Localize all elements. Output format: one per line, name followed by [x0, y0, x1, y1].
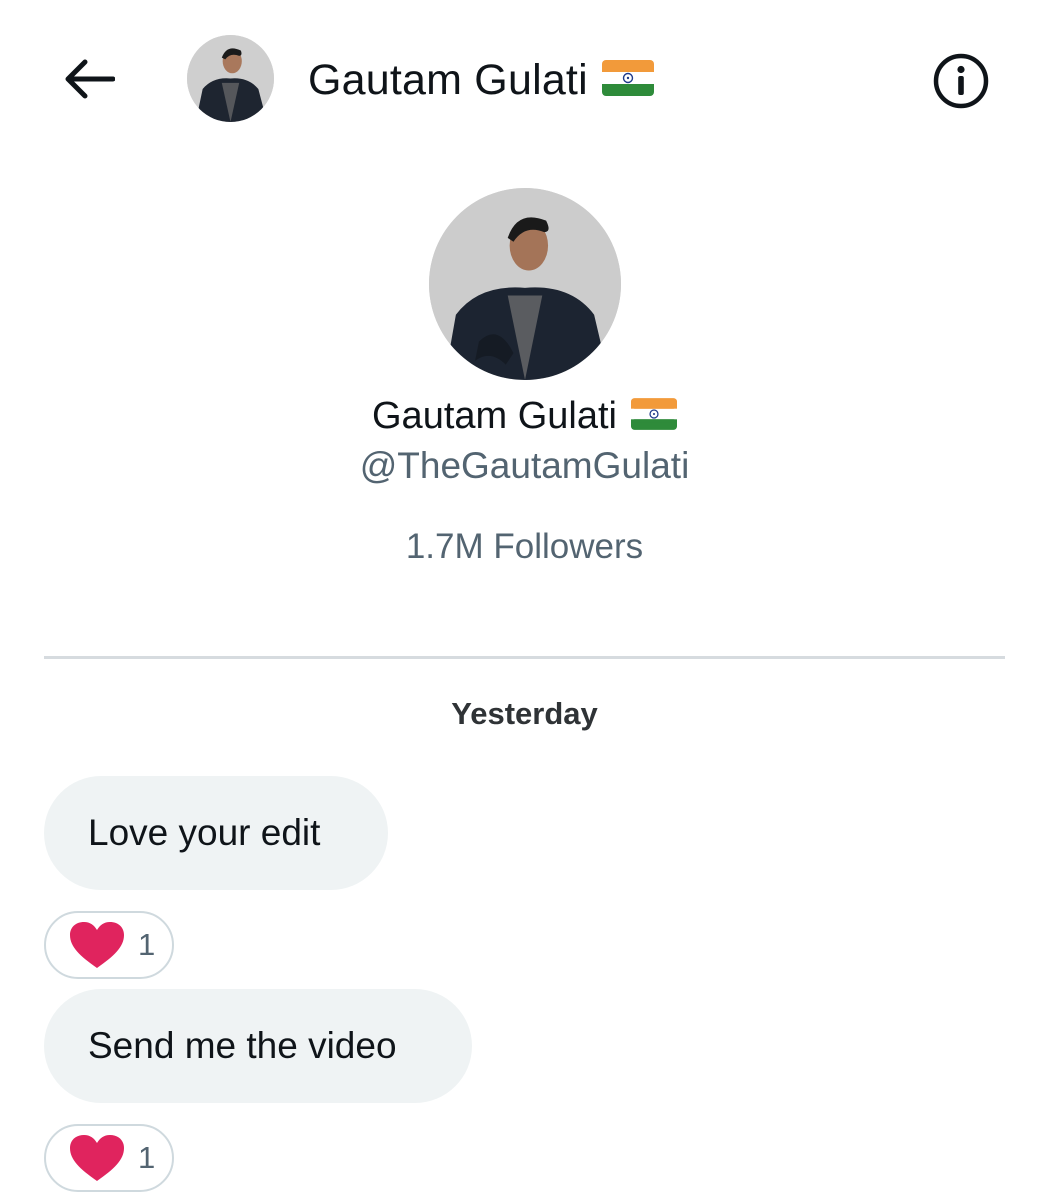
header-avatar[interactable]	[187, 35, 274, 122]
profile-name: Gautam Gulati	[372, 394, 617, 437]
reaction-pill[interactable]: 1	[44, 911, 174, 979]
message-text: Love your edit	[88, 812, 321, 853]
arrow-left-icon	[65, 59, 115, 99]
reaction-count: 1	[138, 927, 156, 962]
heart-icon	[70, 1135, 124, 1181]
profile-handle[interactable]: @TheGautamGulati	[0, 442, 1049, 490]
avatar-photo	[429, 188, 621, 380]
info-button[interactable]	[930, 50, 992, 112]
india-flag-icon	[601, 59, 654, 101]
reaction-count: 1	[138, 1140, 156, 1175]
profile-avatar[interactable]	[429, 188, 621, 380]
india-flag-icon	[631, 397, 677, 435]
date-separator: Yesterday	[451, 696, 598, 731]
avatar-photo	[187, 35, 274, 122]
message-bubble[interactable]: Send me the video	[44, 989, 472, 1103]
heart-icon	[70, 922, 124, 968]
reaction-pill[interactable]: 1	[44, 1124, 174, 1192]
profile-name-row: Gautam Gulati	[0, 390, 1049, 442]
info-circle-icon	[933, 53, 989, 109]
header-title: Gautam Gulati	[308, 52, 654, 108]
followers-count[interactable]: 1.7M Followers	[0, 524, 1049, 570]
message-text: Send me the video	[88, 1025, 397, 1066]
back-button[interactable]	[58, 50, 120, 108]
divider	[44, 656, 1005, 659]
header-name: Gautam Gulati	[308, 55, 588, 104]
message-bubble[interactable]: Love your edit	[44, 776, 388, 890]
